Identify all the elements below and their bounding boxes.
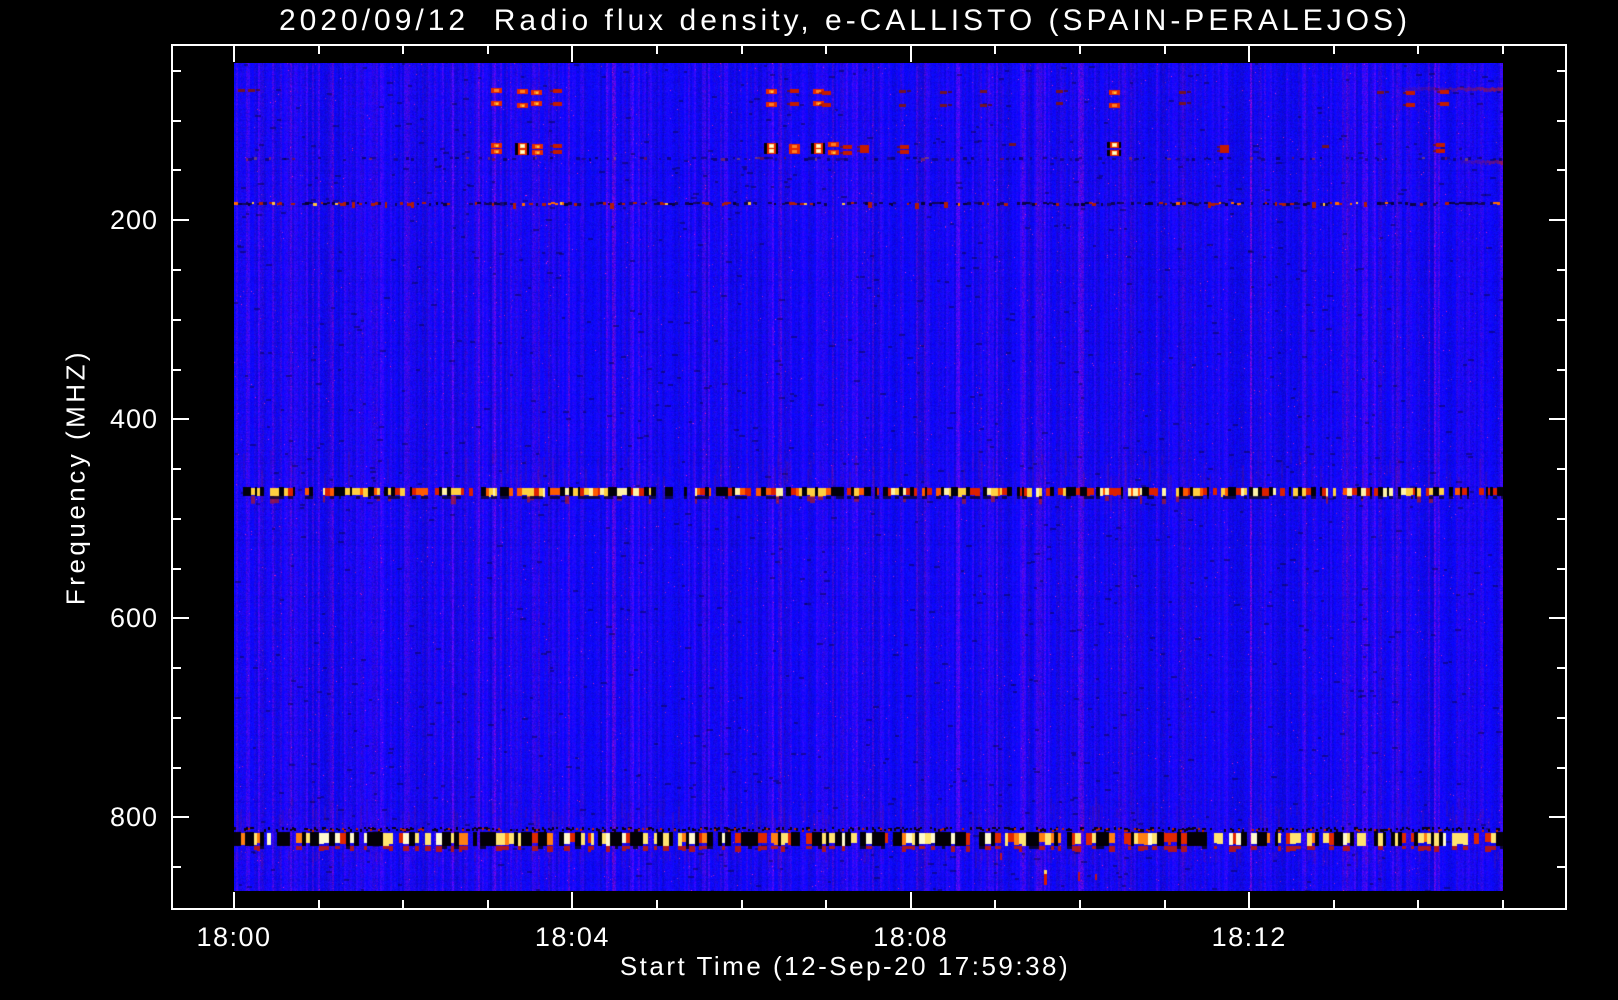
spectrogram-canvas xyxy=(234,63,1503,891)
y-axis-tick xyxy=(173,319,181,321)
y-axis-tick xyxy=(173,518,181,520)
y-axis-tick xyxy=(173,468,181,470)
x-axis-tick xyxy=(402,46,404,54)
x-axis-tick xyxy=(571,892,573,908)
x-axis-tick xyxy=(825,46,827,54)
y-axis-tick xyxy=(173,617,189,619)
chart-title: 2020/09/12 Radio flux density, e-CALLIST… xyxy=(278,4,1412,37)
y-axis-tick xyxy=(1549,418,1565,420)
y-axis-tick xyxy=(173,667,181,669)
spectrogram-screenshot: 2020/09/12 Radio flux density, e-CALLIST… xyxy=(0,0,1618,1000)
y-axis-label: Frequency (MHZ) xyxy=(60,348,91,606)
x-axis-tick xyxy=(1333,46,1335,54)
y-axis-tick xyxy=(1557,269,1565,271)
x-tick-label: 18:00 xyxy=(196,922,272,952)
x-axis-tick xyxy=(656,46,658,54)
x-axis-tick xyxy=(994,900,996,908)
x-axis-tick xyxy=(318,900,320,908)
y-axis-tick xyxy=(1557,120,1565,122)
x-axis-tick xyxy=(994,46,996,54)
x-axis-tick xyxy=(571,46,573,62)
x-axis-tick xyxy=(1079,46,1081,54)
x-tick-label: 18:12 xyxy=(1211,922,1287,952)
x-axis-tick xyxy=(1164,46,1166,54)
y-tick-label: 200 xyxy=(109,205,158,236)
x-axis-tick xyxy=(1502,46,1504,54)
x-axis-tick xyxy=(233,46,235,62)
y-axis-tick xyxy=(1557,169,1565,171)
y-axis-tick xyxy=(173,269,181,271)
x-axis-tick xyxy=(1248,892,1250,908)
x-axis-label: Start Time (12-Sep-20 17:59:38) xyxy=(619,951,1071,981)
y-axis-tick xyxy=(173,816,189,818)
x-axis-tick xyxy=(825,900,827,908)
x-tick-label: 18:08 xyxy=(873,922,949,952)
y-axis-tick xyxy=(1557,468,1565,470)
x-axis-tick xyxy=(741,900,743,908)
y-axis-tick xyxy=(1557,767,1565,769)
x-axis-tick xyxy=(487,900,489,908)
y-axis-tick xyxy=(173,219,189,221)
x-axis-tick xyxy=(402,900,404,908)
y-axis-tick xyxy=(1557,518,1565,520)
x-axis-tick xyxy=(1417,900,1419,908)
x-axis-tick xyxy=(910,892,912,908)
y-axis-tick xyxy=(173,169,181,171)
y-axis-tick xyxy=(173,767,181,769)
y-axis-tick xyxy=(173,418,189,420)
x-axis-tick xyxy=(1079,900,1081,908)
y-axis-tick xyxy=(1549,219,1565,221)
x-axis-tick xyxy=(741,46,743,54)
x-axis-tick xyxy=(318,46,320,54)
x-axis-tick xyxy=(1248,46,1250,62)
x-axis-tick xyxy=(233,892,235,908)
y-axis-tick xyxy=(1557,70,1565,72)
y-tick-label: 600 xyxy=(109,603,158,634)
x-axis-tick xyxy=(487,46,489,54)
x-axis-tick xyxy=(1164,900,1166,908)
x-axis-tick xyxy=(1417,46,1419,54)
y-tick-label: 800 xyxy=(109,802,158,833)
y-axis-tick xyxy=(1549,816,1565,818)
y-axis-tick xyxy=(1557,866,1565,868)
x-axis-tick xyxy=(1502,900,1504,908)
y-axis-tick xyxy=(1557,667,1565,669)
y-axis-tick xyxy=(173,568,181,570)
y-axis-tick xyxy=(1557,568,1565,570)
y-axis-tick xyxy=(1557,319,1565,321)
y-axis-tick xyxy=(1557,369,1565,371)
y-axis-tick xyxy=(173,717,181,719)
x-axis-tick xyxy=(656,900,658,908)
x-axis-tick xyxy=(910,46,912,62)
y-axis-tick xyxy=(173,866,181,868)
y-axis-tick xyxy=(173,120,181,122)
x-tick-label: 18:04 xyxy=(534,922,610,952)
y-axis-tick xyxy=(173,70,181,72)
y-axis-tick xyxy=(1557,717,1565,719)
y-axis-tick xyxy=(173,369,181,371)
x-axis-tick xyxy=(1333,900,1335,908)
y-axis-tick xyxy=(1549,617,1565,619)
